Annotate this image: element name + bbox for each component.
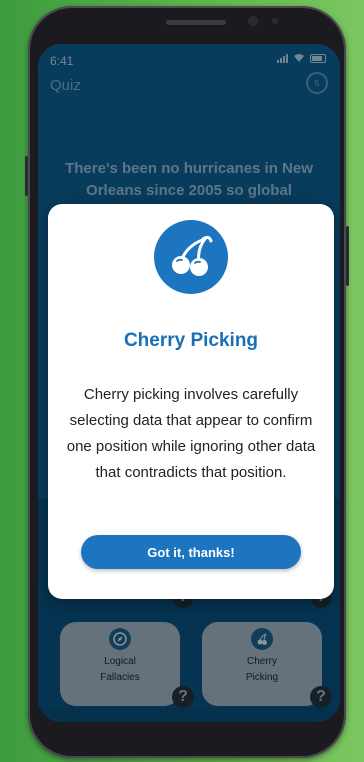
info-dialog: Cherry Picking Cherry picking involves c…: [48, 204, 334, 599]
phone-side-button: [346, 226, 349, 286]
dialog-body: Cherry picking involves carefully select…: [66, 386, 316, 481]
phone-speaker: [166, 20, 226, 25]
phone-side-button: [25, 156, 28, 196]
app-screen: 6:41 Quiz 5 There's been no hurricanes i…: [38, 44, 340, 722]
cherry-icon: [154, 220, 228, 294]
dialog-title: Cherry Picking: [123, 330, 259, 351]
phone-sensor: [272, 18, 278, 24]
phone-camera: [248, 16, 258, 26]
got-it-button[interactable]: Got it, thanks!: [81, 535, 301, 569]
